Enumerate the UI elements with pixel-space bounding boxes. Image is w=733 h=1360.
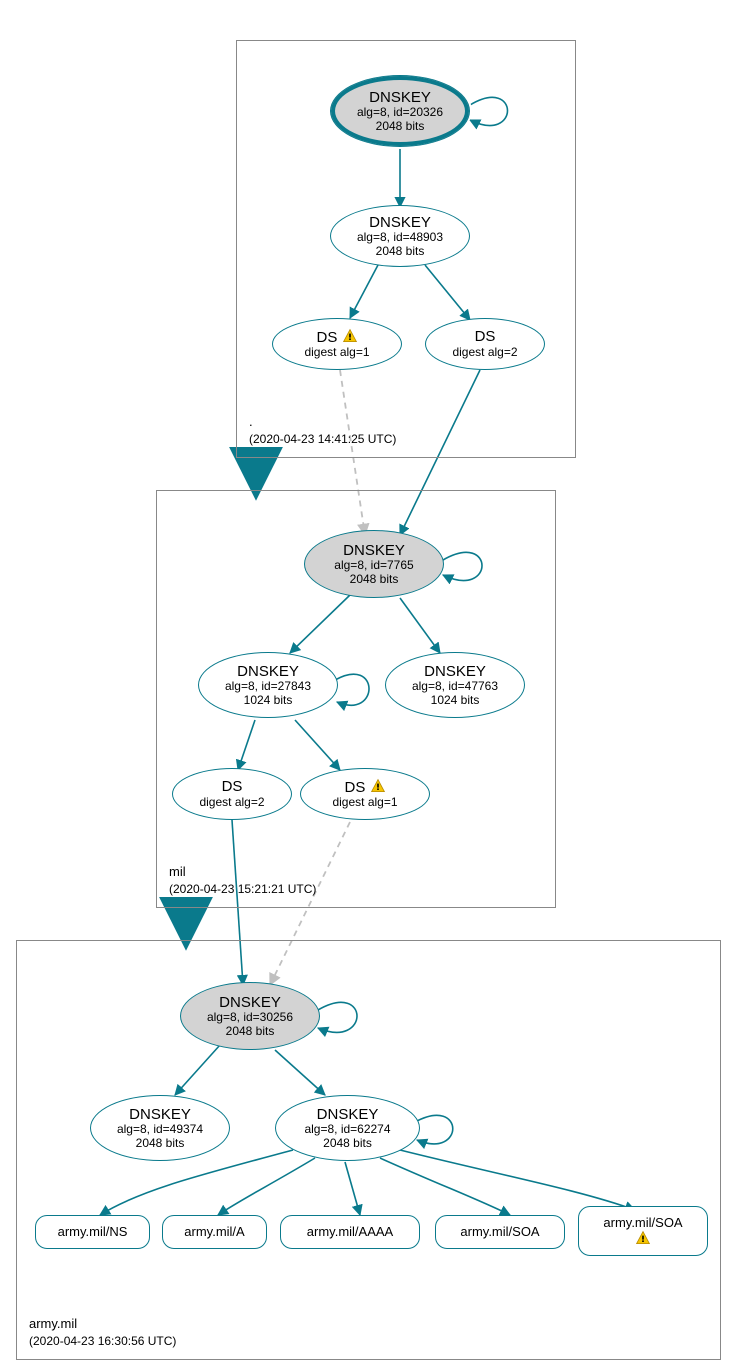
zone-timestamp: (2020-04-23 14:41:25 UTC) [249, 431, 396, 447]
node-title: DNSKEY [317, 1106, 379, 1123]
node-dnskey-army-ksk[interactable]: DNSKEY alg=8, id=30256 2048 bits [180, 982, 320, 1050]
node-dnskey-mil-zsk-27843[interactable]: DNSKEY alg=8, id=27843 1024 bits [198, 652, 338, 718]
ds-label: DS [316, 329, 337, 346]
node-sub: alg=8, id=48903 [357, 231, 443, 245]
warning-icon [370, 778, 386, 794]
node-ds-mil-alg2[interactable]: DS digest alg=2 [172, 768, 292, 820]
node-ds-root-alg2[interactable]: DS digest alg=2 [425, 318, 545, 370]
node-sub: 2048 bits [350, 573, 399, 587]
node-dnskey-root-zsk[interactable]: DNSKEY alg=8, id=48903 2048 bits [330, 205, 470, 267]
dnssec-graph: . (2020-04-23 14:41:25 UTC) mil (2020-04… [0, 0, 733, 1329]
node-title: DNSKEY [237, 663, 299, 680]
node-sub: digest alg=2 [199, 796, 264, 810]
node-sub: 1024 bits [244, 694, 293, 708]
node-ds-mil-alg1[interactable]: DS digest alg=1 [300, 768, 430, 820]
node-sub: 2048 bits [323, 1137, 372, 1151]
node-sub: 1024 bits [431, 694, 480, 708]
node-dnskey-mil-ksk[interactable]: DNSKEY alg=8, id=7765 2048 bits [304, 530, 444, 598]
node-sub: 2048 bits [376, 245, 425, 259]
node-sub: alg=8, id=62274 [304, 1123, 390, 1137]
node-title: DNSKEY [343, 542, 405, 559]
node-sub: 2048 bits [376, 120, 425, 134]
node-sub: 2048 bits [136, 1137, 185, 1151]
warning-icon [635, 1230, 651, 1246]
node-title: DS [475, 328, 496, 345]
rrset-army-a[interactable]: army.mil/A [162, 1215, 267, 1249]
node-ds-root-alg1[interactable]: DS digest alg=1 [272, 318, 402, 370]
zone-mil-label: mil (2020-04-23 15:21:21 UTC) [169, 863, 316, 897]
node-title: DS [316, 328, 357, 346]
node-sub: alg=8, id=47763 [412, 680, 498, 694]
rrset-label: army.mil/AAAA [307, 1225, 393, 1240]
rrset-label: army.mil/SOA [460, 1225, 539, 1240]
rrset-label: army.mil/NS [58, 1225, 128, 1240]
node-title: DNSKEY [424, 663, 486, 680]
node-sub: 2048 bits [226, 1025, 275, 1039]
node-dnskey-mil-zsk-47763[interactable]: DNSKEY alg=8, id=47763 1024 bits [385, 652, 525, 718]
rrset-army-ns[interactable]: army.mil/NS [35, 1215, 150, 1249]
rrset-army-aaaa[interactable]: army.mil/AAAA [280, 1215, 420, 1249]
node-sub: alg=8, id=30256 [207, 1011, 293, 1025]
node-title: DNSKEY [369, 89, 431, 106]
node-dnskey-army-zsk-49374[interactable]: DNSKEY alg=8, id=49374 2048 bits [90, 1095, 230, 1161]
zone-timestamp: (2020-04-23 15:21:21 UTC) [169, 881, 316, 897]
node-title: DNSKEY [129, 1106, 191, 1123]
node-title: DS [222, 778, 243, 795]
zone-name: army.mil [29, 1315, 176, 1333]
zone-name: . [249, 413, 396, 431]
node-dnskey-army-zsk-62274[interactable]: DNSKEY alg=8, id=62274 2048 bits [275, 1095, 420, 1161]
zone-armymil-label: army.mil (2020-04-23 16:30:56 UTC) [29, 1315, 176, 1349]
node-sub: alg=8, id=49374 [117, 1123, 203, 1137]
node-sub: alg=8, id=20326 [357, 106, 443, 120]
node-title: DNSKEY [369, 214, 431, 231]
rrset-army-soa[interactable]: army.mil/SOA [435, 1215, 565, 1249]
zone-root-label: . (2020-04-23 14:41:25 UTC) [249, 413, 396, 447]
rrset-label: army.mil/A [184, 1225, 244, 1240]
zone-name: mil [169, 863, 316, 881]
node-sub: digest alg=1 [332, 796, 397, 810]
node-sub: digest alg=1 [304, 346, 369, 360]
rrset-label: army.mil/SOA [603, 1216, 682, 1231]
warning-icon [342, 328, 358, 344]
zone-timestamp: (2020-04-23 16:30:56 UTC) [29, 1333, 176, 1349]
node-sub: alg=8, id=27843 [225, 680, 311, 694]
node-sub: digest alg=2 [452, 346, 517, 360]
node-title: DS [344, 778, 385, 796]
node-dnskey-root-ksk[interactable]: DNSKEY alg=8, id=20326 2048 bits [330, 75, 470, 147]
ds-label: DS [344, 779, 365, 796]
node-sub: alg=8, id=7765 [334, 559, 413, 573]
rrset-army-soa-warning[interactable]: army.mil/SOA [578, 1206, 708, 1256]
node-title: DNSKEY [219, 994, 281, 1011]
